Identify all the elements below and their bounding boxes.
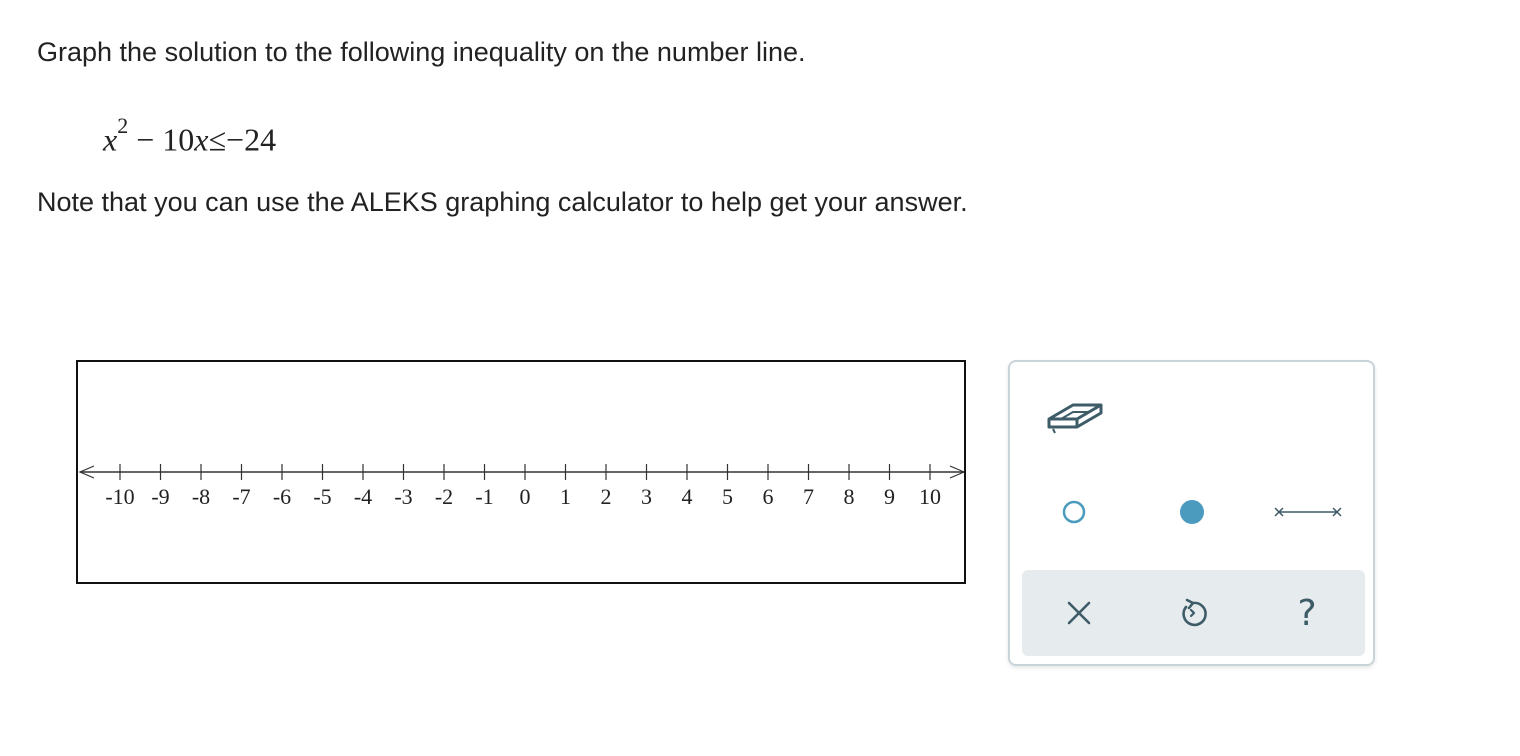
tick-label: -1 — [475, 484, 493, 509]
tick-marks — [119, 464, 931, 480]
undo-icon — [1182, 598, 1207, 627]
tick-label: 10 — [919, 484, 941, 509]
open-circle-icon — [1062, 500, 1086, 524]
tick-label: -9 — [151, 484, 169, 509]
tick-label: -5 — [313, 484, 331, 509]
tick-label: -4 — [354, 484, 372, 509]
inequality-expression: x2 − 10x≤−24 — [103, 112, 276, 160]
clear-button[interactable] — [1054, 588, 1104, 638]
segment-icon — [1274, 507, 1342, 517]
tick-label: -7 — [232, 484, 250, 509]
tick-label: 5 — [722, 484, 733, 509]
tick-label: -6 — [273, 484, 291, 509]
variable-x-2: x — [194, 121, 209, 158]
tick-label: 6 — [763, 484, 774, 509]
relation: ≤−24 — [208, 121, 277, 158]
action-bar: ? — [1022, 570, 1365, 656]
undo-button[interactable] — [1168, 588, 1218, 638]
number-line-graph-area[interactable]: -10 -9 -8 -7 -6 -5 -4 -3 -2 -1 0 1 2 3 4 5 6 7 8 9 10 — [76, 360, 966, 584]
tick-label: -8 — [192, 484, 210, 509]
exponent: 2 — [117, 113, 129, 138]
filled-circle-icon — [1180, 500, 1204, 524]
tick-label: -10 — [105, 484, 134, 509]
tick-label: -3 — [394, 484, 412, 509]
segment-tool-button[interactable] — [1270, 498, 1346, 526]
tick-labels: -10 -9 -8 -7 -6 -5 -4 -3 -2 -1 0 1 2 3 4 5 6 7 8 9 10 — [105, 484, 941, 509]
tick-label: 8 — [844, 484, 855, 509]
tick-label: 2 — [601, 484, 612, 509]
graphing-tool-panel: ? — [1008, 360, 1375, 666]
eraser-icon — [1047, 403, 1103, 434]
open-point-tool-button[interactable] — [1054, 492, 1094, 532]
x-icon — [1067, 601, 1091, 625]
eraser-tool-button[interactable] — [1040, 384, 1110, 444]
tick-label: 0 — [520, 484, 531, 509]
tick-label: 3 — [641, 484, 652, 509]
tick-label: 4 — [682, 484, 693, 509]
tick-label: 9 — [884, 484, 895, 509]
calculator-note: Note that you can use the ALEKS graphing… — [37, 187, 968, 217]
number-line[interactable]: -10 -9 -8 -7 -6 -5 -4 -3 -2 -1 0 1 2 3 4 5 6 7 8 9 10 — [78, 362, 964, 582]
help-glyph: ? — [1297, 593, 1316, 633]
tick-label: 1 — [560, 484, 571, 509]
tick-label: 7 — [803, 484, 814, 509]
closed-point-tool-button[interactable] — [1172, 492, 1212, 532]
help-button[interactable]: ? — [1282, 588, 1332, 638]
question-prompt: Graph the solution to the following ineq… — [37, 37, 806, 67]
question-mark-icon: ? — [1297, 593, 1316, 633]
tick-label: -2 — [435, 484, 453, 509]
variable-x: x — [103, 121, 118, 158]
expression-middle: − 10 — [128, 121, 195, 158]
